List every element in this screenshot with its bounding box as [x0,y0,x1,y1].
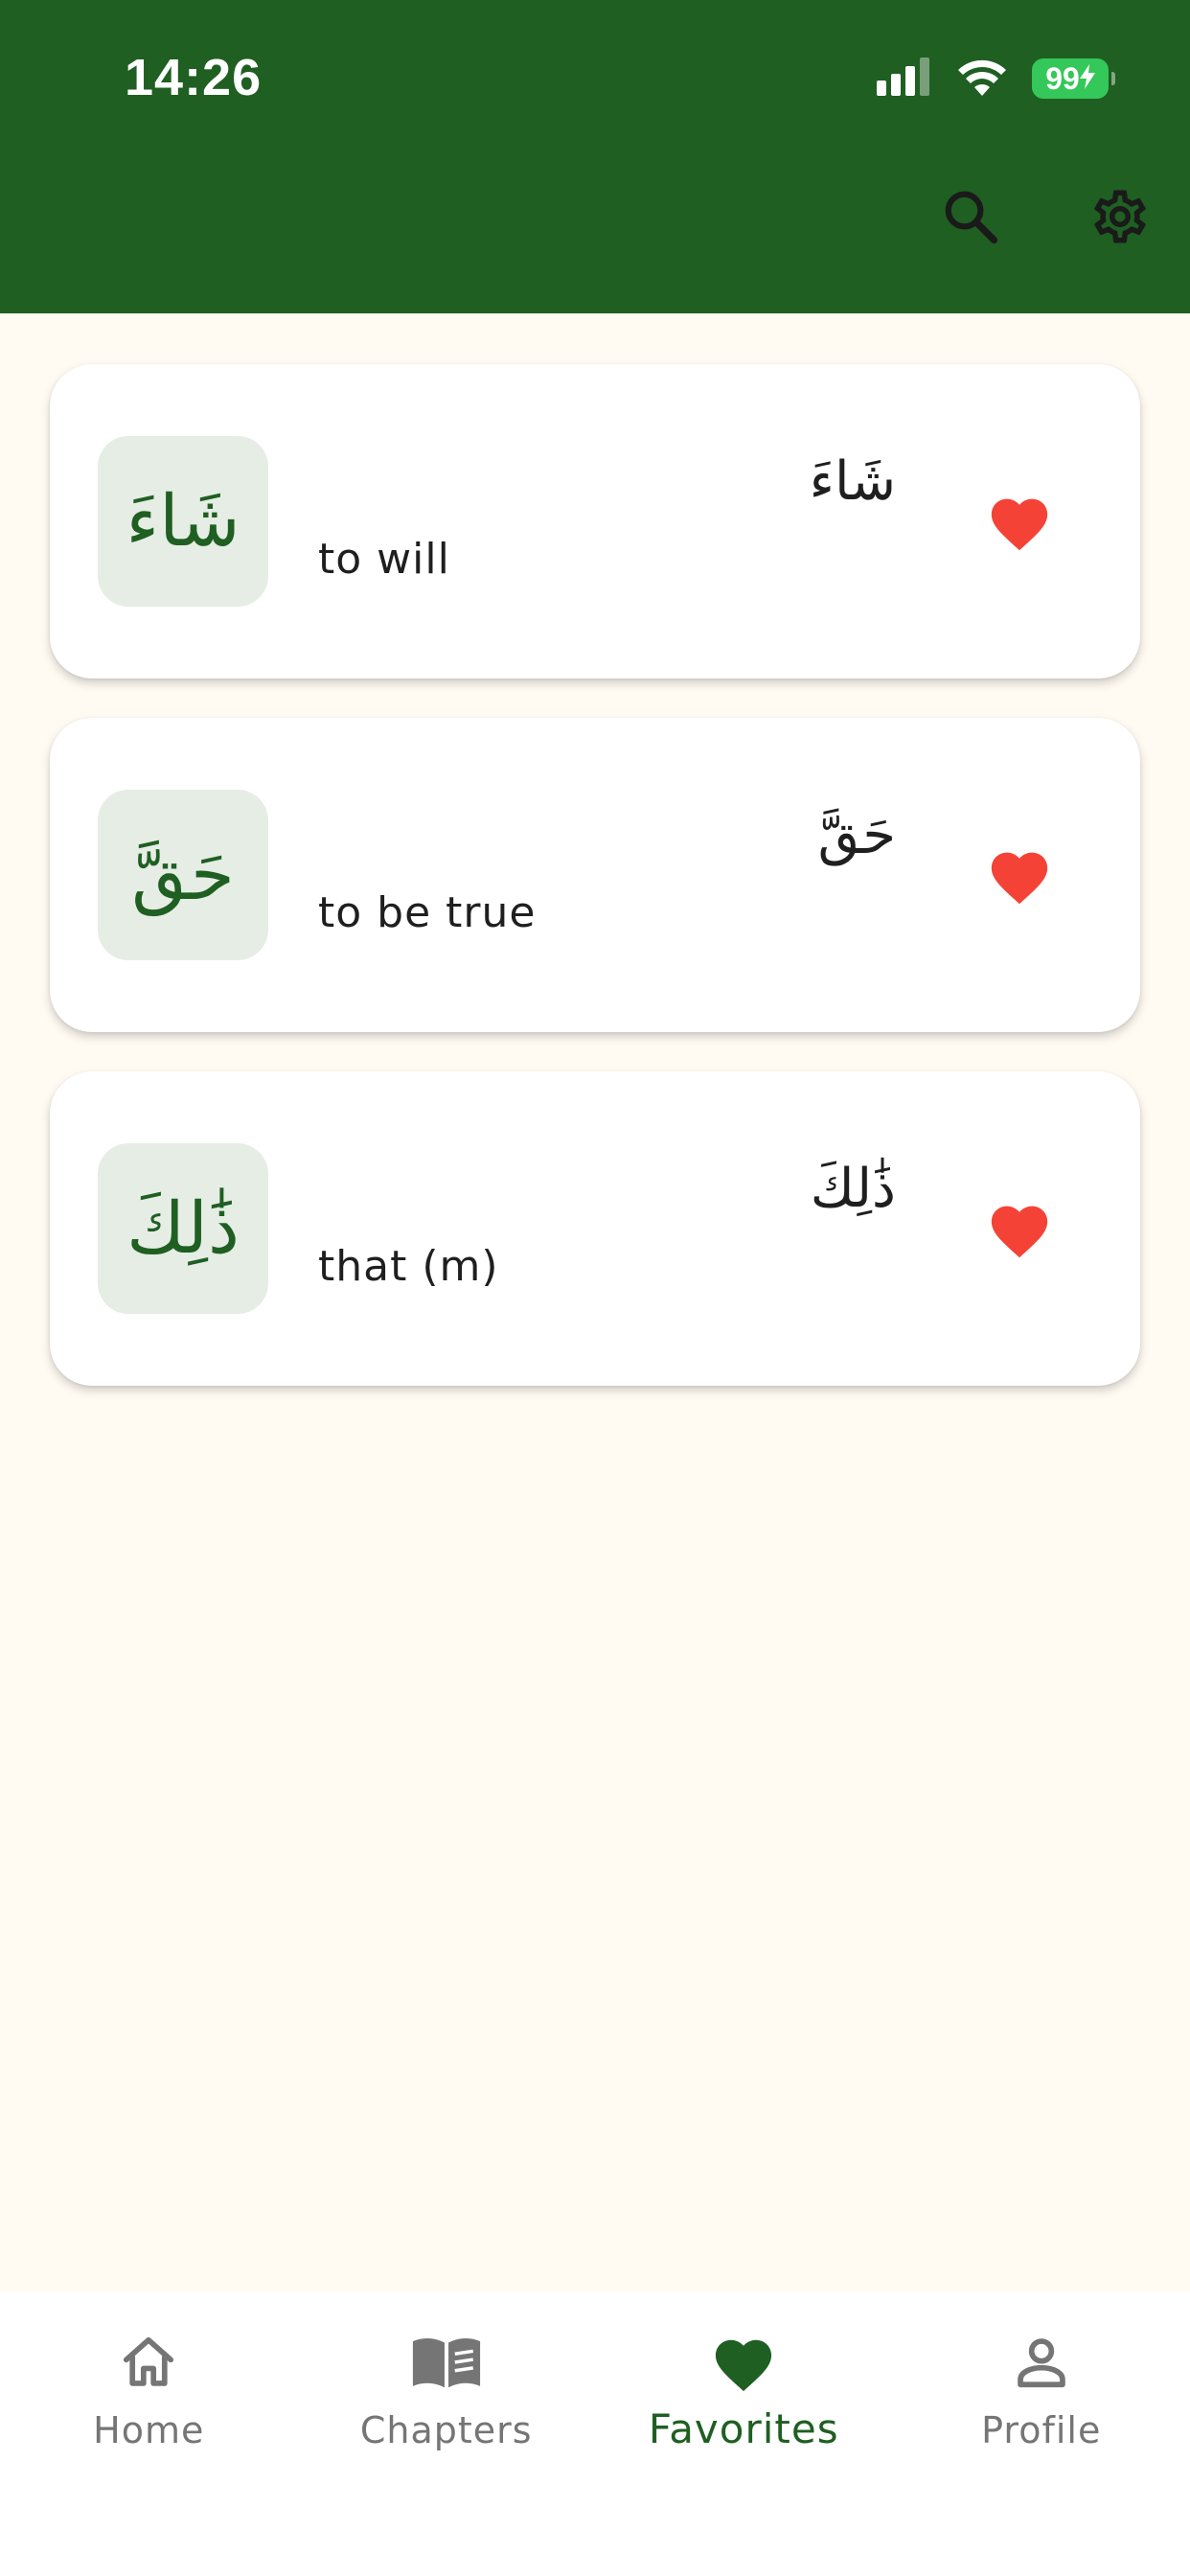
word-arabic: شَاءَ [809,450,896,513]
nav-home[interactable]: Home [0,2292,298,2576]
heart-icon [986,843,1053,910]
status-time: 14:26 [125,49,263,106]
home-icon [110,2329,187,2396]
favorite-button[interactable] [985,489,1054,558]
charging-bolt-icon [1079,61,1095,97]
nav-label: Home [93,2409,205,2451]
book-icon [408,2329,485,2396]
word-arabic: ذَٰلِكَ [810,1158,896,1220]
battery-indicator: 99 [1032,58,1115,99]
gear-icon [1088,185,1152,252]
word-badge: حَقَّ [98,790,268,960]
heart-icon [986,1197,1053,1264]
search-icon [941,187,1000,250]
word-card[interactable]: شَاءَ شَاءَ to will [50,364,1140,678]
person-icon [1003,2329,1080,2396]
wifi-icon [957,58,1007,100]
battery-level: 99 [1045,60,1080,96]
header-actions [939,187,1152,250]
favorite-button[interactable] [985,1196,1054,1265]
word-meaning: that (m) [318,1242,499,1291]
heart-icon [986,490,1053,557]
nav-profile[interactable]: Profile [893,2292,1190,2576]
word-card[interactable]: حَقَّ حَقَّ to be true [50,718,1140,1032]
app-header: 14:26 99 [0,0,1190,313]
heart-icon [705,2329,782,2396]
battery-tip [1111,72,1115,85]
search-button[interactable] [939,187,1002,250]
favorites-list: شَاءَ شَاءَ to will حَقَّ حَقَّ to be tr… [50,364,1140,1425]
word-badge: شَاءَ [98,436,268,607]
nav-chapters[interactable]: Chapters [298,2292,596,2576]
nav-favorites[interactable]: Favorites [595,2292,893,2576]
bottom-nav: Home Chapters Favorites Profile [0,2292,1190,2576]
word-meaning: to be true [318,888,537,937]
status-icons: 99 [877,58,1115,100]
word-meaning: to will [318,535,450,584]
nav-label: Profile [981,2409,1102,2451]
word-arabic: حَقَّ [817,804,896,866]
word-badge: ذَٰلِكَ [98,1143,268,1314]
nav-label: Favorites [648,2405,839,2452]
favorite-button[interactable] [985,842,1054,911]
cellular-signal-icon [877,58,932,100]
nav-label: Chapters [359,2409,533,2451]
settings-button[interactable] [1088,187,1152,250]
word-card[interactable]: ذَٰلِكَ ذَٰلِكَ that (m) [50,1071,1140,1386]
